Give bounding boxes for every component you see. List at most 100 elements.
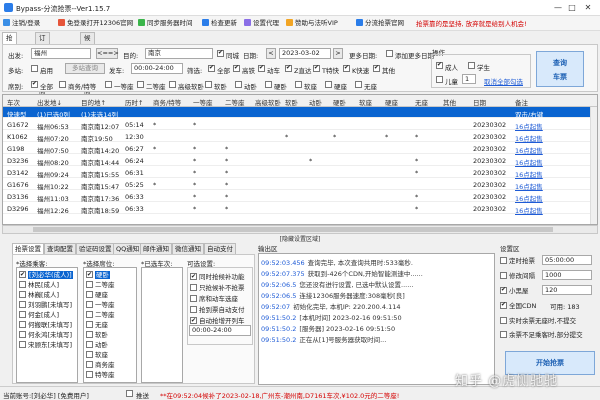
option-checkbox[interactable] [190, 316, 197, 326]
list-item[interactable]: 林巍[成人] [19, 290, 59, 300]
seat-checkbox-7[interactable] [265, 81, 272, 88]
filter-checkbox-5[interactable] [343, 64, 350, 72]
add-more-date-checkbox[interactable] [386, 50, 393, 57]
filter-checkbox-0[interactable] [208, 64, 215, 72]
close-icon[interactable]: ✕ [582, 2, 594, 14]
black-input[interactable]: 120 [542, 285, 592, 295]
child-checkbox[interactable] [436, 76, 443, 83]
table-cell[interactable]: 16点起售 [515, 157, 543, 167]
table-cell[interactable]: 16点起售 [515, 181, 543, 191]
list-item-checkbox[interactable] [19, 270, 26, 280]
list-item-checkbox[interactable] [86, 301, 93, 308]
list-item[interactable]: 特等座 [86, 370, 115, 380]
timed-input[interactable]: 05:00:00 [542, 255, 592, 265]
table-cell[interactable]: 双击/右键 [515, 109, 543, 119]
option-checkbox[interactable] [190, 284, 197, 291]
list-item[interactable]: 二等座 [86, 280, 115, 290]
partial-submit-checkbox[interactable] [500, 331, 507, 338]
settings-tab-4[interactable]: 邮件通知 [140, 243, 172, 254]
real-submit-checkbox[interactable] [500, 317, 507, 324]
tab-orders[interactable]: 订单管理页面 [35, 32, 50, 97]
list-item-checkbox[interactable] [86, 281, 93, 288]
list-item-checkbox[interactable] [86, 311, 93, 318]
option-checkbox[interactable] [190, 306, 197, 313]
seat-checkbox-1[interactable] [59, 81, 66, 88]
list-item[interactable]: 商务座 [86, 360, 115, 370]
table-cell[interactable]: 16点起售 [515, 205, 543, 215]
menu-proxy[interactable]: 设置代理 [244, 18, 279, 29]
list-item[interactable]: [刘必华(成人)] [19, 270, 73, 280]
list-item[interactable]: 硬卧 [86, 270, 110, 280]
list-item[interactable]: 无座 [86, 320, 108, 330]
table-cell[interactable]: 16点起售 [515, 121, 543, 131]
settings-tab-5[interactable]: 微信通知 [172, 243, 204, 254]
seat-checkbox-3[interactable] [137, 81, 144, 88]
menu-sponsor[interactable]: 赞助与法听VIP [286, 18, 338, 29]
list-item[interactable]: 二等座 [86, 310, 115, 320]
seat-checkbox-6[interactable] [235, 81, 242, 88]
list-item[interactable]: 软座 [86, 350, 108, 360]
list-item-checkbox[interactable] [86, 371, 93, 378]
child-count[interactable]: 1 [462, 74, 476, 84]
filter-checkbox-1[interactable] [233, 64, 240, 72]
list-item-checkbox[interactable] [86, 351, 93, 358]
list-item-checkbox[interactable] [19, 331, 26, 338]
option-item[interactable]: 抢到票自动支付 [190, 305, 245, 315]
list-item[interactable]: 林民[成人] [19, 280, 59, 290]
list-item[interactable]: 宋顾东[未填写] [19, 340, 72, 350]
date-prev-button[interactable]: < [266, 48, 276, 59]
date-next-button[interactable]: > [333, 48, 343, 59]
seat-checkbox-8[interactable] [295, 81, 302, 88]
list-item-checkbox[interactable] [86, 341, 93, 348]
list-item[interactable]: 一等座 [86, 300, 115, 310]
table-row[interactable]: D3236 福州08:20 南京南14:44 06:24 * * * * 20230302 16点… [3, 155, 597, 167]
list-item-checkbox[interactable] [19, 341, 26, 348]
table-row[interactable]: G1676 福州10:22 南京南15:47 05:25 * * * 20230302 16点起… [3, 179, 597, 191]
option-item[interactable]: 只抢候补不抢票 [190, 283, 245, 293]
seat-checkbox-4[interactable] [169, 81, 176, 88]
cancel-all-link[interactable]: 取消全部勾选 [484, 76, 523, 86]
black-checkbox[interactable] [500, 286, 507, 294]
minimize-icon[interactable]: — [552, 2, 564, 14]
seat-checkbox-0[interactable] [31, 80, 38, 88]
seat-checkbox-5[interactable] [205, 81, 212, 88]
list-item-checkbox[interactable] [19, 311, 26, 318]
table-row[interactable]: D3296 福州12:26 南京南18:59 06:33 * * * 20230302 16点起… [3, 203, 597, 215]
list-item[interactable]: 刘羽鹏[未填写] [19, 300, 72, 310]
settings-tab-2[interactable]: 验证码设置 [76, 243, 115, 254]
query-tickets-button[interactable]: 查询 车票 [536, 51, 584, 87]
table-cell[interactable]: 16点起售 [515, 193, 543, 203]
depart-select[interactable]: 00:00-24:00 [131, 63, 183, 74]
list-item-checkbox[interactable] [86, 331, 93, 338]
push-checkbox[interactable] [126, 390, 133, 397]
options-time-select[interactable]: 00:00-24:00 [189, 325, 251, 336]
table-row[interactable]: K1062 福州07:20 南京19:50 12:30 * * * * 20230302 16点起… [3, 131, 597, 143]
table-row[interactable]: G198 福州07:50 南京南14:20 06:27 * * * 20230302 16点起售 [3, 143, 597, 155]
list-item[interactable]: 软卧 [86, 330, 108, 340]
table-cell[interactable]: 16点起售 [515, 133, 543, 143]
menu-sync-time[interactable]: 同步服务器时间 [138, 18, 193, 29]
date-input[interactable]: 2023-03-02 [279, 48, 331, 59]
hide-settings-toggle[interactable]: [隐藏设置区域] [0, 234, 600, 243]
settings-tab-6[interactable]: 自动支付 [204, 243, 236, 254]
enable-checkbox[interactable] [31, 65, 38, 72]
same-city-checkbox[interactable] [217, 49, 224, 57]
adult-checkbox[interactable] [436, 61, 443, 69]
tab-waitlist[interactable]: 候补订票页面 [80, 32, 95, 97]
horizontal-scrollbar[interactable] [2, 225, 598, 234]
timed-checkbox[interactable] [500, 257, 507, 264]
table-scrollbar[interactable] [590, 107, 597, 224]
filter-checkbox-4[interactable] [313, 64, 320, 72]
to-input[interactable]: 南京 [145, 48, 213, 59]
student-checkbox[interactable] [468, 62, 475, 69]
list-item[interactable]: 何金[成人] [19, 310, 59, 320]
table-cell[interactable]: 16点起售 [515, 145, 543, 155]
train-pick-list[interactable] [141, 267, 183, 383]
cdn-checkbox[interactable] [500, 301, 507, 309]
menu-login[interactable]: 注销/登录 [3, 18, 40, 29]
table-row[interactable]: D3136 福州11:03 南京南17:36 06:33 * * * 20230302 16点起… [3, 191, 597, 203]
scroll-thumb[interactable] [33, 227, 553, 232]
list-item-checkbox[interactable] [19, 301, 26, 308]
list-item[interactable]: 动卧 [86, 340, 108, 350]
list-item-checkbox[interactable] [19, 291, 26, 298]
